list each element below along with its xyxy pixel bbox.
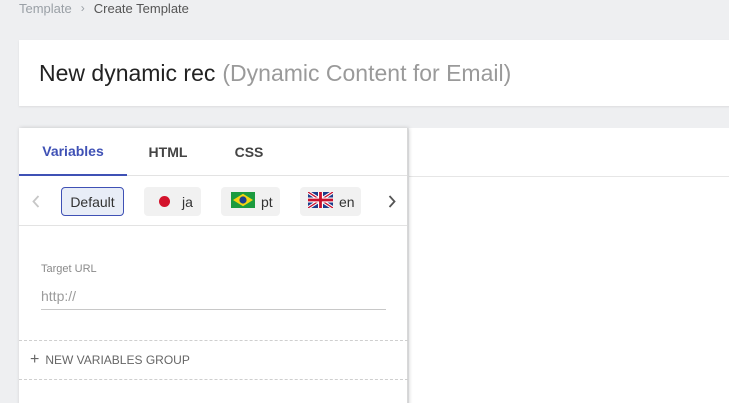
japan-flag-icon [159,196,170,207]
preview-pane [409,128,729,403]
tab-variables[interactable]: Variables [19,128,127,176]
target-url-label: Target URL [41,263,97,275]
breadcrumb: Template › Create Template [19,0,189,16]
uk-flag-icon [307,190,334,211]
new-variables-group-label: NEW VARIABLES GROUP [45,353,190,367]
chevron-right-icon: › [80,1,85,15]
template-name[interactable]: New dynamic rec [39,60,215,87]
language-chip-label: ja [182,193,193,210]
divider [19,340,408,341]
chevron-right-icon[interactable] [379,176,405,226]
breadcrumb-parent-link[interactable]: Template [19,1,72,16]
language-selector: Default ja pt en [19,176,407,226]
language-chip-ja[interactable]: ja [144,187,201,216]
tab-html[interactable]: HTML [127,128,209,176]
tab-css[interactable]: CSS [209,128,289,176]
variables-editor-panel: Variables HTML CSS Default ja pt en Targ… [19,128,408,403]
language-chip-pt[interactable]: pt [221,187,280,216]
language-chip-default[interactable]: Default [61,187,124,216]
target-url-input[interactable]: http:// [41,288,386,310]
language-chip-en[interactable]: en [300,187,361,216]
title-card: New dynamic rec (Dynamic Content for Ema… [19,40,729,106]
language-chip-label: en [339,193,355,210]
brazil-flag-icon [231,192,255,211]
breadcrumb-current: Create Template [93,0,189,16]
preview-divider [409,176,729,177]
editor-tabs: Variables HTML CSS [19,128,407,176]
chevron-left-icon[interactable] [23,176,49,226]
divider [19,379,408,380]
template-type: (Dynamic Content for Email) [222,59,512,86]
language-chip-label: Default [70,193,115,210]
new-variables-group-button[interactable]: + NEW VARIABLES GROUP [30,350,190,370]
plus-icon: + [30,351,40,368]
target-url-field: Target URL http:// [41,263,386,310]
language-chip-label: pt [261,193,273,210]
